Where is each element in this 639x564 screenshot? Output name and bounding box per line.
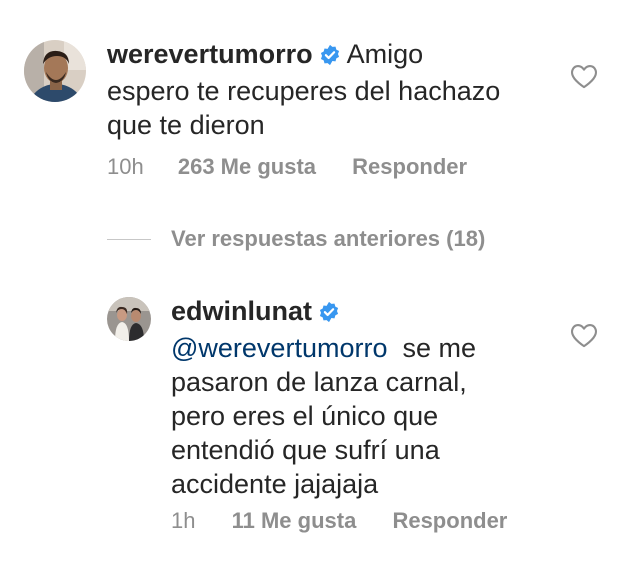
avatar-photo	[24, 40, 86, 102]
view-previous-replies-button[interactable]: Ver respuestas anteriores (18)	[107, 226, 485, 252]
reply-username[interactable]: edwinlunat	[171, 296, 312, 326]
comment-likes-link[interactable]: 263 Me gusta	[178, 154, 316, 179]
heart-outline-icon[interactable]	[570, 322, 598, 353]
reply-likes-link[interactable]: 11 Me gusta	[232, 508, 357, 533]
reply-reply-button[interactable]: Responder	[392, 508, 507, 533]
comment-body: werevertumorro Amigo espero te recuperes …	[107, 37, 507, 142]
reply-body: edwinlunat @werevertumorro se me pasaron …	[171, 294, 511, 501]
heart-outline-icon[interactable]	[570, 63, 598, 94]
reply-mention-link[interactable]: @werevertumorro	[171, 333, 387, 363]
reply-timestamp: 1h	[171, 508, 196, 533]
verified-badge-icon	[318, 297, 340, 331]
reply-avatar[interactable]	[107, 297, 151, 341]
view-replies-label: Ver respuestas anteriores (18)	[171, 226, 486, 251]
reply-avatar-photo	[107, 297, 151, 341]
divider-line	[107, 238, 151, 240]
comment-reply-button[interactable]: Responder	[352, 154, 467, 179]
comment-username[interactable]: werevertumorro	[107, 39, 313, 69]
comment-meta: 10h 263 Me gusta Responder	[107, 153, 467, 181]
comment-timestamp: 10h	[107, 154, 144, 179]
avatar[interactable]	[24, 40, 86, 102]
verified-badge-icon	[319, 40, 341, 74]
reply-meta: 1h 11 Me gusta Responder	[171, 507, 507, 535]
